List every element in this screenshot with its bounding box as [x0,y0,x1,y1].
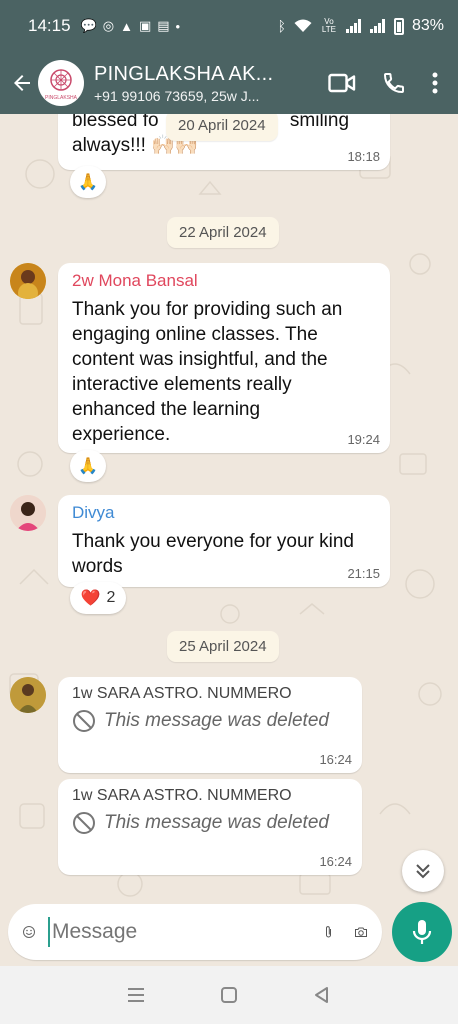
deleted-text: This message was deleted [104,812,329,833]
prohibited-icon [73,710,95,732]
chat-area[interactable]: blessed fo smiling always!!! 🙌🏻🙌🏻 18:18 … [0,114,458,902]
message-text-tail: smiling [289,114,350,131]
message-text: Thank you everyone for your kind words [72,531,354,577]
status-bar: 14:15 💬 ◎ ▲ ▣ ▤ • ᛒ Vo LTE 83% [0,0,458,52]
camera-icon[interactable] [354,920,368,944]
message-time: 19:24 [347,432,380,447]
chat-header: PINGLAKSHA PINGLAKSHA AK... +91 99106 73… [0,52,458,114]
message-input-bar [0,902,458,966]
header-actions [328,71,438,95]
avatar-divya[interactable] [10,495,46,531]
message-text: Thank you for providing such an engaging… [72,299,343,445]
sender-name: Divya [72,503,115,522]
group-avatar[interactable]: PINGLAKSHA [38,60,84,106]
chat-notification-icon: 💬 [80,18,97,33]
bluetooth-icon: ᛒ [277,18,286,34]
group-subtitle: +91 99106 73659, 25w J... [94,87,260,104]
double-chevron-down-icon [416,864,430,879]
system-navigation-bar [0,966,458,1024]
floating-date-chip: 20 April 2024 [166,114,278,141]
microphone-icon [412,920,432,944]
phone-call-icon[interactable] [382,71,406,95]
arrow-left-icon [14,75,30,91]
scroll-to-bottom-button[interactable] [402,850,444,892]
avatar-image [10,677,46,713]
reaction-badge-3[interactable]: ❤️ 2 [70,582,126,614]
signal-icon [345,19,361,33]
message-bubble-3[interactable]: Divya Thank you everyone for your kind w… [58,495,390,587]
deleted-text: This message was deleted [104,710,329,731]
wifi-icon [294,19,312,32]
avatar-mona[interactable] [10,263,46,299]
battery-percent: 83% [411,17,444,34]
more-notifications-icon: • [175,18,181,34]
red-heart-icon: ❤️ [80,590,101,607]
volte-label: Vo LTE [321,17,336,34]
group-title: PINGLAKSHA AK... [94,62,274,85]
sender-name: 2w Mona Bansal [72,271,198,290]
reaction-badge-2[interactable]: 🙏 [70,450,106,482]
message-bubble-4[interactable]: 1w SARA ASTRO. NUMMERO This message was … [58,677,362,773]
more-options-icon[interactable] [432,72,438,94]
status-time: 14:15 [28,16,71,35]
sender-name: 1w SARA ASTRO. NUMMERO [72,787,292,804]
date-chip-1: 22 April 2024 [167,217,279,248]
group-logo: PINGLAKSHA [45,69,78,101]
message-time: 18:18 [347,149,380,164]
prohibited-icon [73,812,95,834]
avatar-sara[interactable] [10,677,46,713]
app-notification-icon: ▣ [138,18,152,33]
message-text-line1: blessed fo [72,114,159,131]
drive-icon: ▲ [120,18,133,34]
message-bubble-5[interactable]: 1w SARA ASTRO. NUMMERO This message was … [58,779,362,875]
messenger-icon: ◎ [102,18,115,33]
app-notification-icon-2: ▤ [157,18,170,33]
battery-icon [393,17,404,35]
emoji-icon[interactable] [22,918,36,946]
signal-icon-2 [369,19,385,33]
voice-message-button[interactable] [392,902,452,962]
home-icon[interactable] [220,986,238,1004]
recent-apps-icon[interactable] [127,987,145,1003]
video-call-icon[interactable] [328,72,356,94]
attachment-icon[interactable] [323,918,334,946]
message-time: 16:24 [319,752,352,767]
date-chip-2: 25 April 2024 [167,631,279,662]
reaction-badge-1[interactable]: 🙏 [70,166,106,198]
avatar-image [10,495,46,531]
message-input-pill [8,904,382,960]
status-right: ᛒ Vo LTE 83% [278,17,444,35]
folded-hands-icon: 🙏 [78,458,98,475]
notification-icons: 💬 ◎ ▲ ▣ ▤ • [81,18,181,34]
message-time: 16:24 [319,854,352,869]
svg-text:PINGLAKSHA: PINGLAKSHA [45,95,78,101]
message-time: 21:15 [347,566,380,581]
back-nav-icon[interactable] [313,986,331,1004]
avatar-image [10,263,46,299]
sender-name: 1w SARA ASTRO. NUMMERO [72,685,292,702]
folded-hands-icon: 🙏 [78,174,98,191]
header-info[interactable]: PINGLAKSHA AK... +91 99106 73659, 25w J.… [94,63,284,104]
back-button[interactable] [2,63,42,103]
message-bubble-2[interactable]: 2w Mona Bansal Thank you for providing s… [58,263,390,453]
message-input[interactable] [48,917,323,947]
reaction-count: 2 [106,589,116,606]
